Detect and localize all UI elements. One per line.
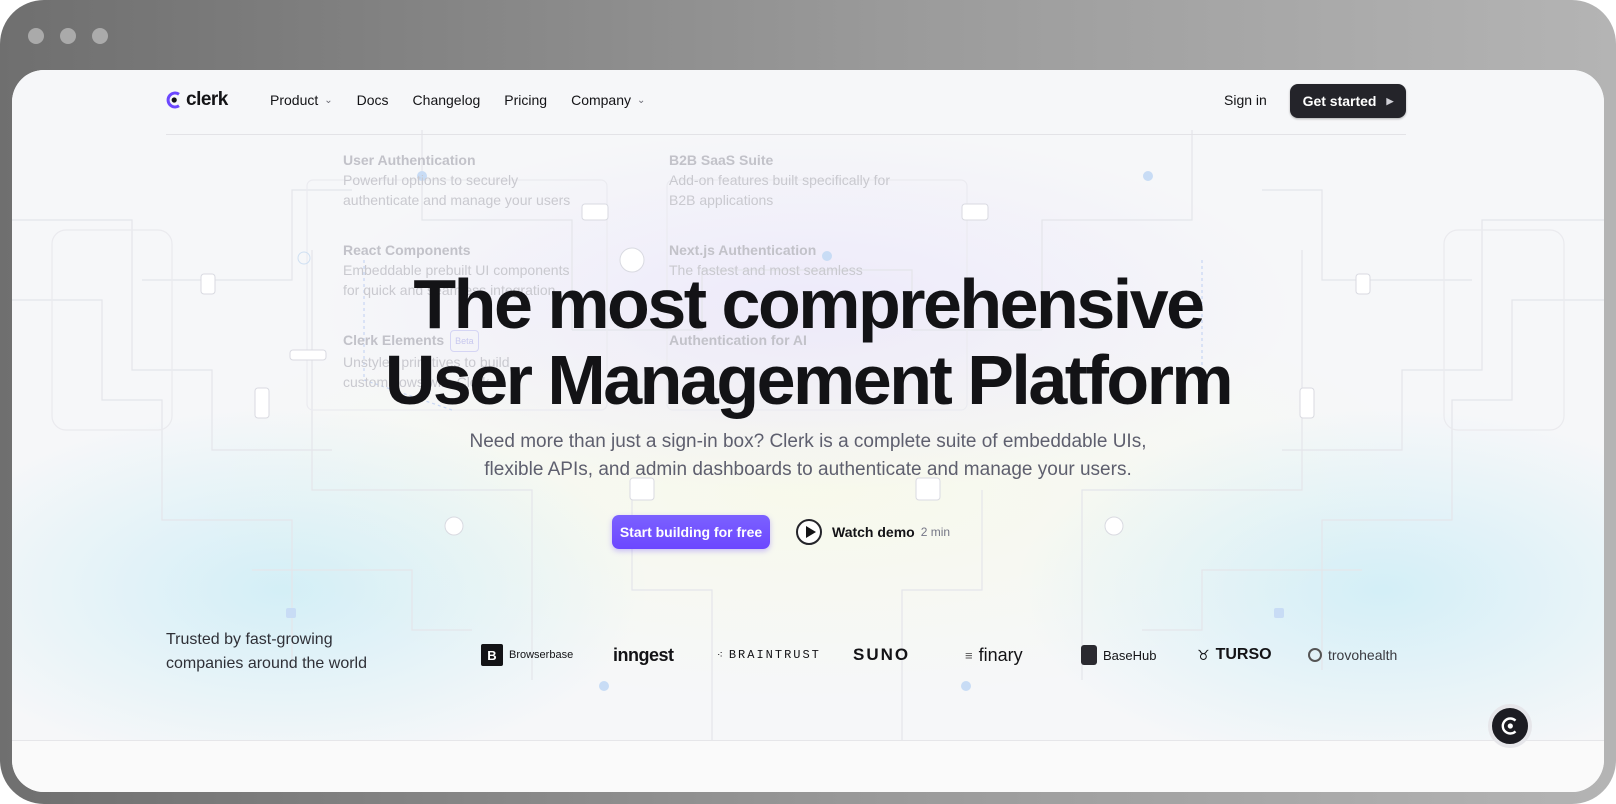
- nav-divider: [166, 134, 1406, 135]
- logo-browserbase-text: Browserbase: [509, 649, 574, 661]
- trovohealth-mark-icon: [1308, 648, 1322, 662]
- clerk-logo[interactable]: clerk: [166, 89, 228, 111]
- logo-text: clerk: [186, 89, 228, 110]
- logo-turso-text: TURSO: [1215, 646, 1272, 663]
- browserbase-mark-icon: B: [481, 644, 503, 666]
- clerk-logo-icon: [166, 91, 180, 109]
- customer-logos: B Browserbase inngest ⁖ BRAINTRUST SUNO …: [481, 640, 1401, 670]
- subtitle-line-1: Need more than just a sign-in box? Clerk…: [469, 431, 1147, 452]
- subtitle-line-2: flexible APIs, and admin dashboards to a…: [484, 459, 1132, 480]
- nav-pricing[interactable]: Pricing: [504, 92, 547, 108]
- trusted-by-text: Trusted by fast-growing companies around…: [166, 628, 406, 676]
- maximize-dot[interactable]: [92, 28, 108, 44]
- nav-docs[interactable]: Docs: [357, 92, 389, 108]
- turso-mark-icon: ♉: [1197, 646, 1210, 663]
- logo-suno-text: SUNO: [853, 645, 911, 664]
- logo-basehub-text: BaseHub: [1103, 647, 1157, 663]
- braintrust-mark-icon: ⁖: [717, 649, 723, 661]
- start-building-button[interactable]: Start building for free: [612, 515, 770, 549]
- headline-line-2: User Management Platform: [384, 341, 1234, 419]
- logo-braintrust: ⁖ BRAINTRUST: [717, 640, 821, 670]
- hero-subtitle: Need more than just a sign-in box? Clerk…: [408, 428, 1208, 484]
- logo-turso: ♉ TURSO: [1197, 640, 1272, 670]
- window-controls: [28, 28, 108, 44]
- next-section-edge: [12, 740, 1604, 792]
- nav-docs-label: Docs: [356, 92, 389, 108]
- nav-changelog-label: Changelog: [412, 92, 481, 108]
- nav-product[interactable]: Product ⌄: [270, 92, 333, 108]
- trusted-line-2: companies around the world: [166, 655, 368, 672]
- watch-demo-button[interactable]: Watch demo 2 min: [796, 519, 950, 545]
- bg-card-b2b: B2B SaaS Suite Add-on features built spe…: [669, 152, 890, 208]
- logo-trovohealth: trovohealth: [1308, 640, 1397, 670]
- logo-finary: ≡ finary: [965, 640, 1023, 670]
- logo-trovohealth-text: trovohealth: [1328, 647, 1398, 663]
- chevron-down-icon: ⌄: [324, 94, 333, 106]
- basehub-mark-icon: [1081, 645, 1097, 665]
- clerk-logo-icon: [1501, 717, 1517, 735]
- sign-in-link[interactable]: Sign in: [1224, 92, 1267, 108]
- nav-product-label: Product: [270, 92, 319, 108]
- headline-line-1: The most comprehensive: [413, 265, 1205, 343]
- nav-links: Product ⌄ Docs Changelog Pricing Company…: [270, 92, 645, 108]
- bg-card-user-auth: User Authentication Powerful options to …: [343, 152, 571, 208]
- logo-suno: SUNO: [853, 640, 910, 670]
- close-dot[interactable]: [28, 28, 44, 44]
- clerk-help-button[interactable]: [1488, 704, 1532, 748]
- top-nav: clerk Product ⌄ Docs Changelog Pricing C…: [166, 84, 1406, 118]
- chevron-down-icon: ⌄: [637, 94, 646, 106]
- logo-basehub: BaseHub: [1081, 640, 1156, 670]
- finary-mark-icon: ≡: [965, 647, 973, 663]
- hero-headline: The most comprehensive User Management P…: [12, 266, 1604, 418]
- logo-braintrust-text: BRAINTRUST: [728, 648, 821, 662]
- nav-changelog[interactable]: Changelog: [413, 92, 481, 108]
- logo-browserbase: B Browserbase: [481, 640, 573, 670]
- minimize-dot[interactable]: [60, 28, 76, 44]
- watch-demo-label: Watch demo: [832, 524, 915, 540]
- triangle-right-icon: ▶: [1386, 95, 1394, 106]
- nav-company[interactable]: Company ⌄: [571, 92, 645, 108]
- get-started-label: Get started: [1302, 93, 1377, 109]
- nav-company-label: Company: [571, 92, 631, 108]
- browser-window: User Authentication Powerful options to …: [0, 0, 1616, 804]
- play-icon: [796, 519, 822, 545]
- page-viewport: User Authentication Powerful options to …: [12, 70, 1604, 792]
- get-started-button[interactable]: Get started ▶: [1290, 84, 1406, 118]
- demo-duration: 2 min: [920, 525, 951, 539]
- logo-inngest: inngest: [613, 640, 674, 670]
- logo-inngest-text: inngest: [613, 644, 674, 665]
- trusted-line-1: Trusted by fast-growing: [166, 631, 333, 648]
- logo-finary-text: finary: [978, 644, 1023, 665]
- nav-pricing-label: Pricing: [504, 92, 548, 108]
